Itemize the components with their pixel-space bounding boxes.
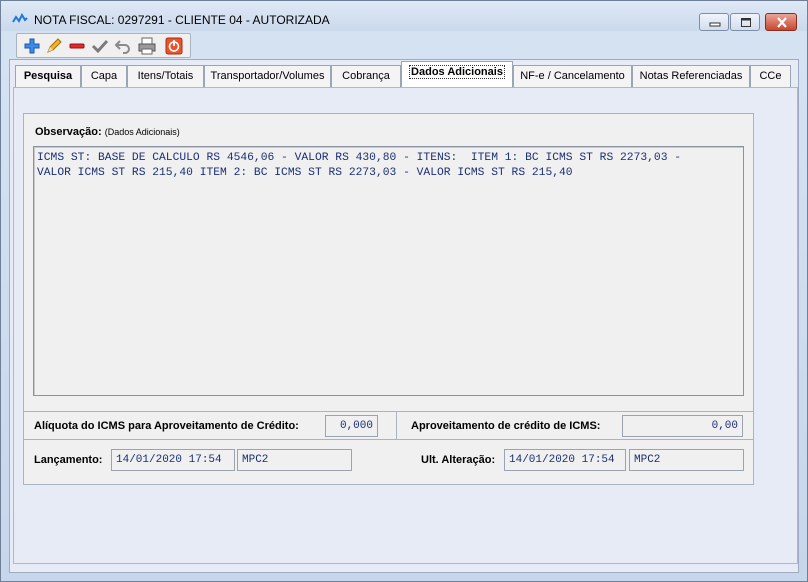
restore-icon xyxy=(741,18,751,27)
tab-transportador-volumes[interactable]: Transportador/Volumes xyxy=(204,65,331,87)
observacao-label: Observação: (Dados Adicionais) xyxy=(35,126,180,138)
tab-notas-referenciadas[interactable]: Notas Referenciadas xyxy=(632,65,750,87)
undo-button[interactable] xyxy=(113,36,133,56)
aproveitamento-credito-field[interactable]: 0,00 xyxy=(622,415,743,437)
ult-alteracao-label: Ult. Alteração: xyxy=(421,454,496,466)
app-icon xyxy=(12,13,28,23)
print-button[interactable] xyxy=(137,36,157,56)
tab-itens-totais[interactable]: Itens/Totais xyxy=(127,65,204,87)
exit-button[interactable] xyxy=(164,36,184,56)
remove-icon xyxy=(69,43,85,49)
confirm-button[interactable] xyxy=(90,36,110,56)
close-icon xyxy=(777,17,787,28)
lancamento-usuario-field[interactable]: MPC2 xyxy=(237,449,352,471)
window-title: NOTA FISCAL: 0297291 - CLIENTE 04 - AUTO… xyxy=(34,13,330,27)
observacao-line-1: ICMS ST: BASE DE CALCULO RS 4546,06 - VA… xyxy=(37,152,682,164)
nota-fiscal-window: NOTA FISCAL: 0297291 - CLIENTE 04 - AUTO… xyxy=(0,0,808,582)
tab-dados-adicionais[interactable]: Dados Adicionais xyxy=(401,61,513,87)
edit-button[interactable] xyxy=(44,36,64,56)
undo-icon xyxy=(114,40,130,54)
print-icon xyxy=(138,37,156,55)
lancamento-data-field[interactable]: 14/01/2020 17:54 xyxy=(111,449,235,471)
confirm-check-icon xyxy=(91,39,109,54)
add-icon xyxy=(24,38,40,54)
ult-alteracao-data-field[interactable]: 14/01/2020 17:54 xyxy=(504,449,626,471)
close-button[interactable] xyxy=(765,13,797,31)
observacao-textarea[interactable]: ICMS ST: BASE DE CALCULO RS 4546,06 - VA… xyxy=(33,146,744,396)
edit-pencil-icon xyxy=(47,38,62,53)
tab-nfe-cancelamento[interactable]: NF-e / Cancelamento xyxy=(513,65,632,87)
tab-capa[interactable]: Capa xyxy=(81,65,127,87)
observacao-sublabel: (Dados Adicionais) xyxy=(104,127,180,137)
aproveitamento-credito-label: Aproveitamento de crédito de ICMS: xyxy=(411,420,601,432)
minimize-icon xyxy=(709,22,721,27)
title-bar[interactable]: NOTA FISCAL: 0297291 - CLIENTE 04 - AUTO… xyxy=(1,1,807,31)
observacao-line-2: VALOR ICMS ST RS 215,40 ITEM 2: BC ICMS … xyxy=(37,167,573,179)
ult-alteracao-usuario-field[interactable]: MPC2 xyxy=(629,449,744,471)
divider xyxy=(23,411,754,412)
lancamento-label: Lançamento: xyxy=(34,454,103,466)
exit-icon xyxy=(165,37,183,55)
aliquota-icms-label: Alíquota do ICMS para Aproveitamento de … xyxy=(34,420,299,432)
add-button[interactable] xyxy=(22,36,42,56)
aliquota-icms-field[interactable]: 0,000 xyxy=(325,415,378,437)
divider xyxy=(396,411,397,439)
toolbar xyxy=(16,33,191,58)
tab-cce[interactable]: CCe xyxy=(750,65,791,87)
remove-button[interactable] xyxy=(67,36,87,56)
minimize-button[interactable] xyxy=(699,13,729,31)
divider xyxy=(23,439,754,440)
tab-cobranca[interactable]: Cobrança xyxy=(331,65,401,87)
maximize-button[interactable] xyxy=(730,13,760,31)
tab-pesquisa[interactable]: Pesquisa xyxy=(15,65,81,87)
